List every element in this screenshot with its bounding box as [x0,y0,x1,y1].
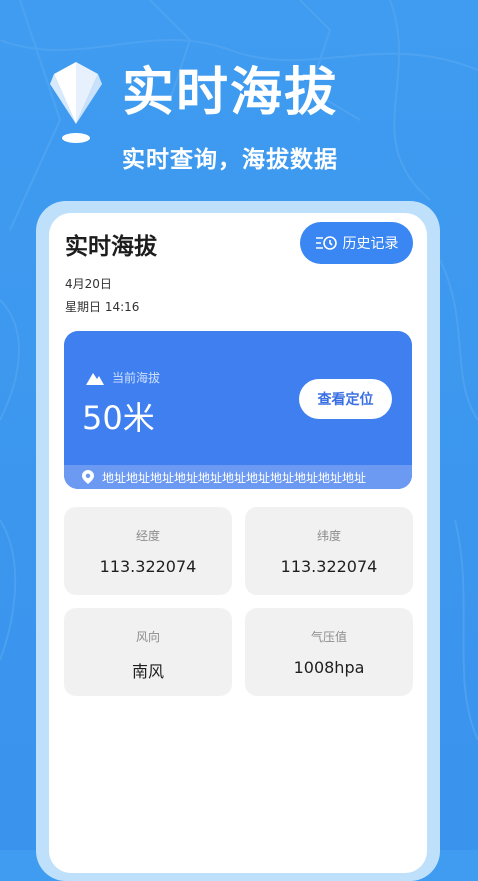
main-card: 实时海拔 历史记录 4月20日 星期日 14:16 当前海拔 50米 查看定位 [49,213,427,873]
altitude-label-row: 当前海拔 [86,369,160,386]
page-title: 实时海拔 [65,234,157,260]
location-pin-icon [82,470,94,484]
address-bar: 地址地址地址地址地址地址地址地址地址地址地址 [64,465,412,489]
latitude-label: 纬度 [316,529,341,543]
pressure-value: 1008hpa [293,658,365,677]
history-clock-icon [315,236,337,250]
hero-title: 实时海拔 [122,63,339,123]
wind-value: 南风 [131,662,164,681]
hero-banner: 实时海拔 实时查询，海拔数据 [0,0,478,200]
history-button[interactable]: 历史记录 [300,222,413,264]
latitude-tile: 纬度 113.322074 [245,507,413,595]
mountain-icon [86,372,104,385]
wind-label: 风向 [135,630,160,644]
altitude-value: 50米 [82,399,155,437]
wind-tile: 风向 南风 [64,608,232,696]
date-text: 4月20日 [65,277,112,291]
altitude-label: 当前海拔 [112,371,161,385]
diamond-pin-icon [50,62,102,143]
longitude-value: 113.322074 [99,557,197,576]
longitude-label: 经度 [135,529,160,543]
history-button-label: 历史记录 [342,236,399,252]
pressure-label: 气压值 [310,630,347,644]
altitude-card: 当前海拔 50米 查看定位 地址地址地址地址地址地址地址地址地址地址地址 [64,331,412,489]
address-text: 地址地址地址地址地址地址地址地址地址地址地址 [102,470,367,485]
hero-subtitle: 实时查询，海拔数据 [122,147,338,173]
view-location-button[interactable]: 查看定位 [299,379,392,419]
weekday-time-text: 星期日 14:16 [65,300,140,314]
longitude-tile: 经度 113.322074 [64,507,232,595]
latitude-value: 113.322074 [280,557,378,576]
pressure-tile: 气压值 1008hpa [245,608,413,696]
